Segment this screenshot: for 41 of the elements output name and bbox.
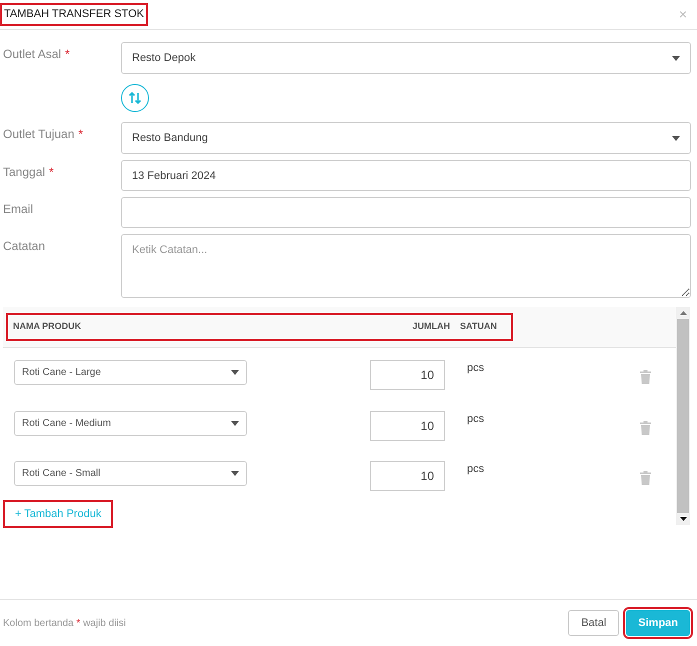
column-header: NAMA PRODUK xyxy=(12,320,82,334)
field-label: Email xyxy=(3,201,34,218)
caret-icon xyxy=(231,471,239,476)
field-label: Catatan xyxy=(3,238,46,255)
column-header: JUMLAH xyxy=(412,320,451,334)
field-label: Outlet Asal xyxy=(3,46,62,63)
unit-text: pcs xyxy=(467,361,484,376)
text-field[interactable] xyxy=(121,197,691,228)
required-note: Kolom bertanda * wajib diisi xyxy=(3,616,126,630)
quantity-field[interactable]: 10 xyxy=(370,461,445,492)
product-select[interactable]: Roti Cane - Medium xyxy=(14,410,247,436)
outlet-select[interactable]: Resto Bandung xyxy=(121,122,691,154)
trash-icon[interactable] xyxy=(640,471,652,486)
field-label: Outlet Tujuan xyxy=(3,126,74,143)
caret-icon xyxy=(231,370,239,376)
text-field[interactable]: 13 Februari 2024 xyxy=(121,160,691,191)
dialog-title: TAMBAH TRANSFER STOK xyxy=(3,6,145,23)
trash-icon[interactable] xyxy=(640,370,652,384)
caret-icon xyxy=(231,420,239,426)
field-label: Tanggal xyxy=(3,164,46,181)
unit-text: pcs xyxy=(467,462,484,478)
scroll-down-icon[interactable] xyxy=(680,517,686,521)
product-select[interactable]: Roti Cane - Large xyxy=(14,360,247,386)
trash-icon[interactable] xyxy=(640,420,652,435)
scrollbar[interactable] xyxy=(676,307,690,525)
scroll-up-icon[interactable] xyxy=(680,311,686,315)
required-mark: * xyxy=(65,46,70,63)
swap-arrows-icon xyxy=(128,91,142,105)
caret-icon xyxy=(672,56,680,60)
required-mark: * xyxy=(49,164,54,181)
column-header: SATUAN xyxy=(460,320,498,334)
required-mark: * xyxy=(78,126,84,143)
quantity-field[interactable]: 10 xyxy=(370,360,445,390)
quantity-field[interactable]: 10 xyxy=(370,410,445,441)
swap-button[interactable] xyxy=(121,84,149,112)
notes-field[interactable]: Ketik Catatan... xyxy=(121,234,691,298)
cancel-button[interactable]: Batal xyxy=(568,610,620,636)
outlet-select[interactable]: Resto Depok xyxy=(121,42,691,74)
product-select[interactable]: Roti Cane - Small xyxy=(14,461,247,486)
unit-text: pcs xyxy=(467,412,484,427)
caret-icon xyxy=(672,136,680,140)
